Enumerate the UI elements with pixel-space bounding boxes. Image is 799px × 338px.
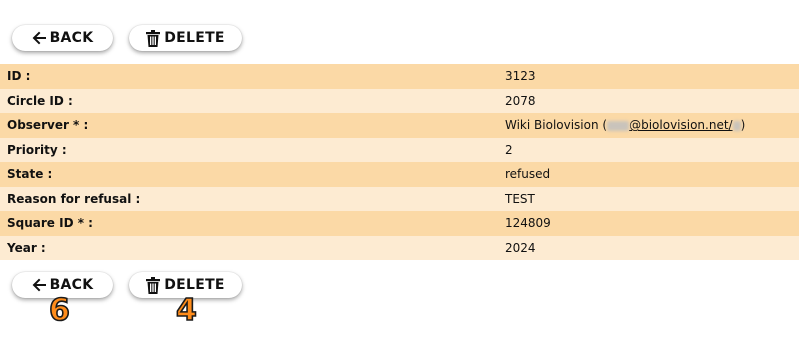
annotation-marker-delete: 4 [175, 293, 197, 328]
row-label: Reason for refusal : [0, 186, 498, 211]
annotation-marker-back: 6 [48, 293, 70, 328]
table-row: Circle ID : 2078 [0, 88, 799, 113]
page: BACK DELETE ID : 3123 Circle ID : 2078 O… [0, 0, 799, 338]
arrow-left-icon [32, 278, 46, 292]
delete-button-label: DELETE [164, 277, 225, 293]
row-label: Priority : [0, 137, 498, 162]
row-value: 3123 [498, 64, 799, 89]
redacted-block [732, 120, 741, 131]
row-value: TEST [498, 186, 799, 211]
table-row: Priority : 2 [0, 137, 799, 162]
arrow-left-icon [32, 31, 46, 45]
delete-button-top[interactable]: DELETE [129, 25, 242, 51]
back-button-top[interactable]: BACK [12, 25, 113, 51]
top-toolbar: BACK DELETE [12, 25, 242, 53]
table-row: Square ID * : 124809 [0, 211, 799, 236]
observer-email-domain: @biolovision.net/ [629, 118, 733, 133]
redacted-block [607, 120, 630, 131]
table-row: State : refused [0, 162, 799, 187]
row-label: Year : [0, 235, 498, 260]
row-value: 2078 [498, 88, 799, 113]
back-button-label: BACK [49, 30, 94, 46]
observer-name: Wiki Biolovision ( [505, 118, 608, 133]
details-table: ID : 3123 Circle ID : 2078 Observer * : … [0, 64, 799, 260]
row-label: Observer * : [0, 113, 498, 138]
row-value: 124809 [498, 211, 799, 236]
row-label: State : [0, 162, 498, 187]
back-button-label: BACK [49, 277, 94, 293]
observer-value: Wiki Biolovision ( @biolovision.net/) [498, 113, 799, 138]
row-value: refused [498, 162, 799, 187]
trash-icon [146, 276, 161, 294]
table-row: Year : 2024 [0, 235, 799, 260]
row-label: Circle ID : [0, 88, 498, 113]
row-value: 2024 [498, 235, 799, 260]
table-row: ID : 3123 [0, 64, 799, 89]
table-row: Observer * : Wiki Biolovision ( @biolovis… [0, 113, 799, 138]
row-label: Square ID * : [0, 211, 498, 236]
table-row: Reason for refusal : TEST [0, 186, 799, 211]
trash-icon [146, 29, 161, 47]
observer-suffix: ) [740, 118, 746, 133]
delete-button-label: DELETE [164, 30, 225, 46]
row-label: ID : [0, 64, 498, 89]
row-value: 2 [498, 137, 799, 162]
bottom-toolbar: BACK DELETE [12, 272, 242, 300]
observer-email-link[interactable]: @biolovision.net/ [607, 118, 741, 132]
